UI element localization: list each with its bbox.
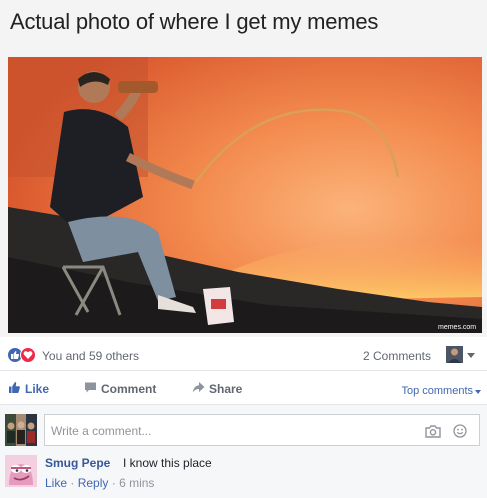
viewer-avatar[interactable] <box>446 346 463 363</box>
comment-like-link[interactable]: Like <box>45 476 67 490</box>
camera-icon[interactable] <box>425 424 441 443</box>
reactions-bar: You and 59 others 2 Comments <box>0 337 487 371</box>
comment-author[interactable]: Smug Pepe <box>45 456 110 470</box>
comment-icon <box>85 382 96 393</box>
comment-timestamp[interactable]: 6 mins <box>119 476 154 490</box>
comments-count-link[interactable]: 2 Comments <box>363 349 431 363</box>
sort-dropdown-caret[interactable] <box>475 390 481 394</box>
comment-reply-link[interactable]: Reply <box>78 476 109 490</box>
comment-input[interactable]: Write a comment... <box>44 414 480 446</box>
watermark: memes.com <box>438 324 476 331</box>
meme-image[interactable]: Actual photo of where I get my memes mem… <box>0 0 487 337</box>
comments-section: Write a comment... Smug Pepe I know this… <box>0 404 487 498</box>
commenter-avatar[interactable] <box>5 455 37 487</box>
comment-input-placeholder: Write a comment... <box>51 424 152 438</box>
meta-separator: · <box>70 476 78 490</box>
comment-meta: Like · Reply · 6 mins <box>45 476 154 490</box>
current-user-avatar[interactable] <box>5 414 37 446</box>
meme-caption: Actual photo of where I get my memes <box>10 9 379 34</box>
action-bar: Like Comment Share Top comments <box>0 372 487 404</box>
meta-separator: · <box>111 476 120 490</box>
thumbs-up-icon <box>9 382 20 393</box>
like-button-label: Like <box>25 382 50 396</box>
emoji-icon[interactable] <box>453 424 467 443</box>
share-icon <box>192 382 205 393</box>
top-comments-sort[interactable]: Top comments <box>401 385 473 397</box>
love-reaction-icon[interactable] <box>20 347 36 363</box>
share-button-label: Share <box>209 382 243 396</box>
comment-text: I know this place <box>123 456 212 470</box>
viewer-dropdown-caret[interactable] <box>467 353 475 358</box>
comment-button-label: Comment <box>101 382 157 396</box>
volcano-photo: memes.com <box>8 57 482 333</box>
reaction-summary[interactable]: You and 59 others <box>42 349 139 363</box>
